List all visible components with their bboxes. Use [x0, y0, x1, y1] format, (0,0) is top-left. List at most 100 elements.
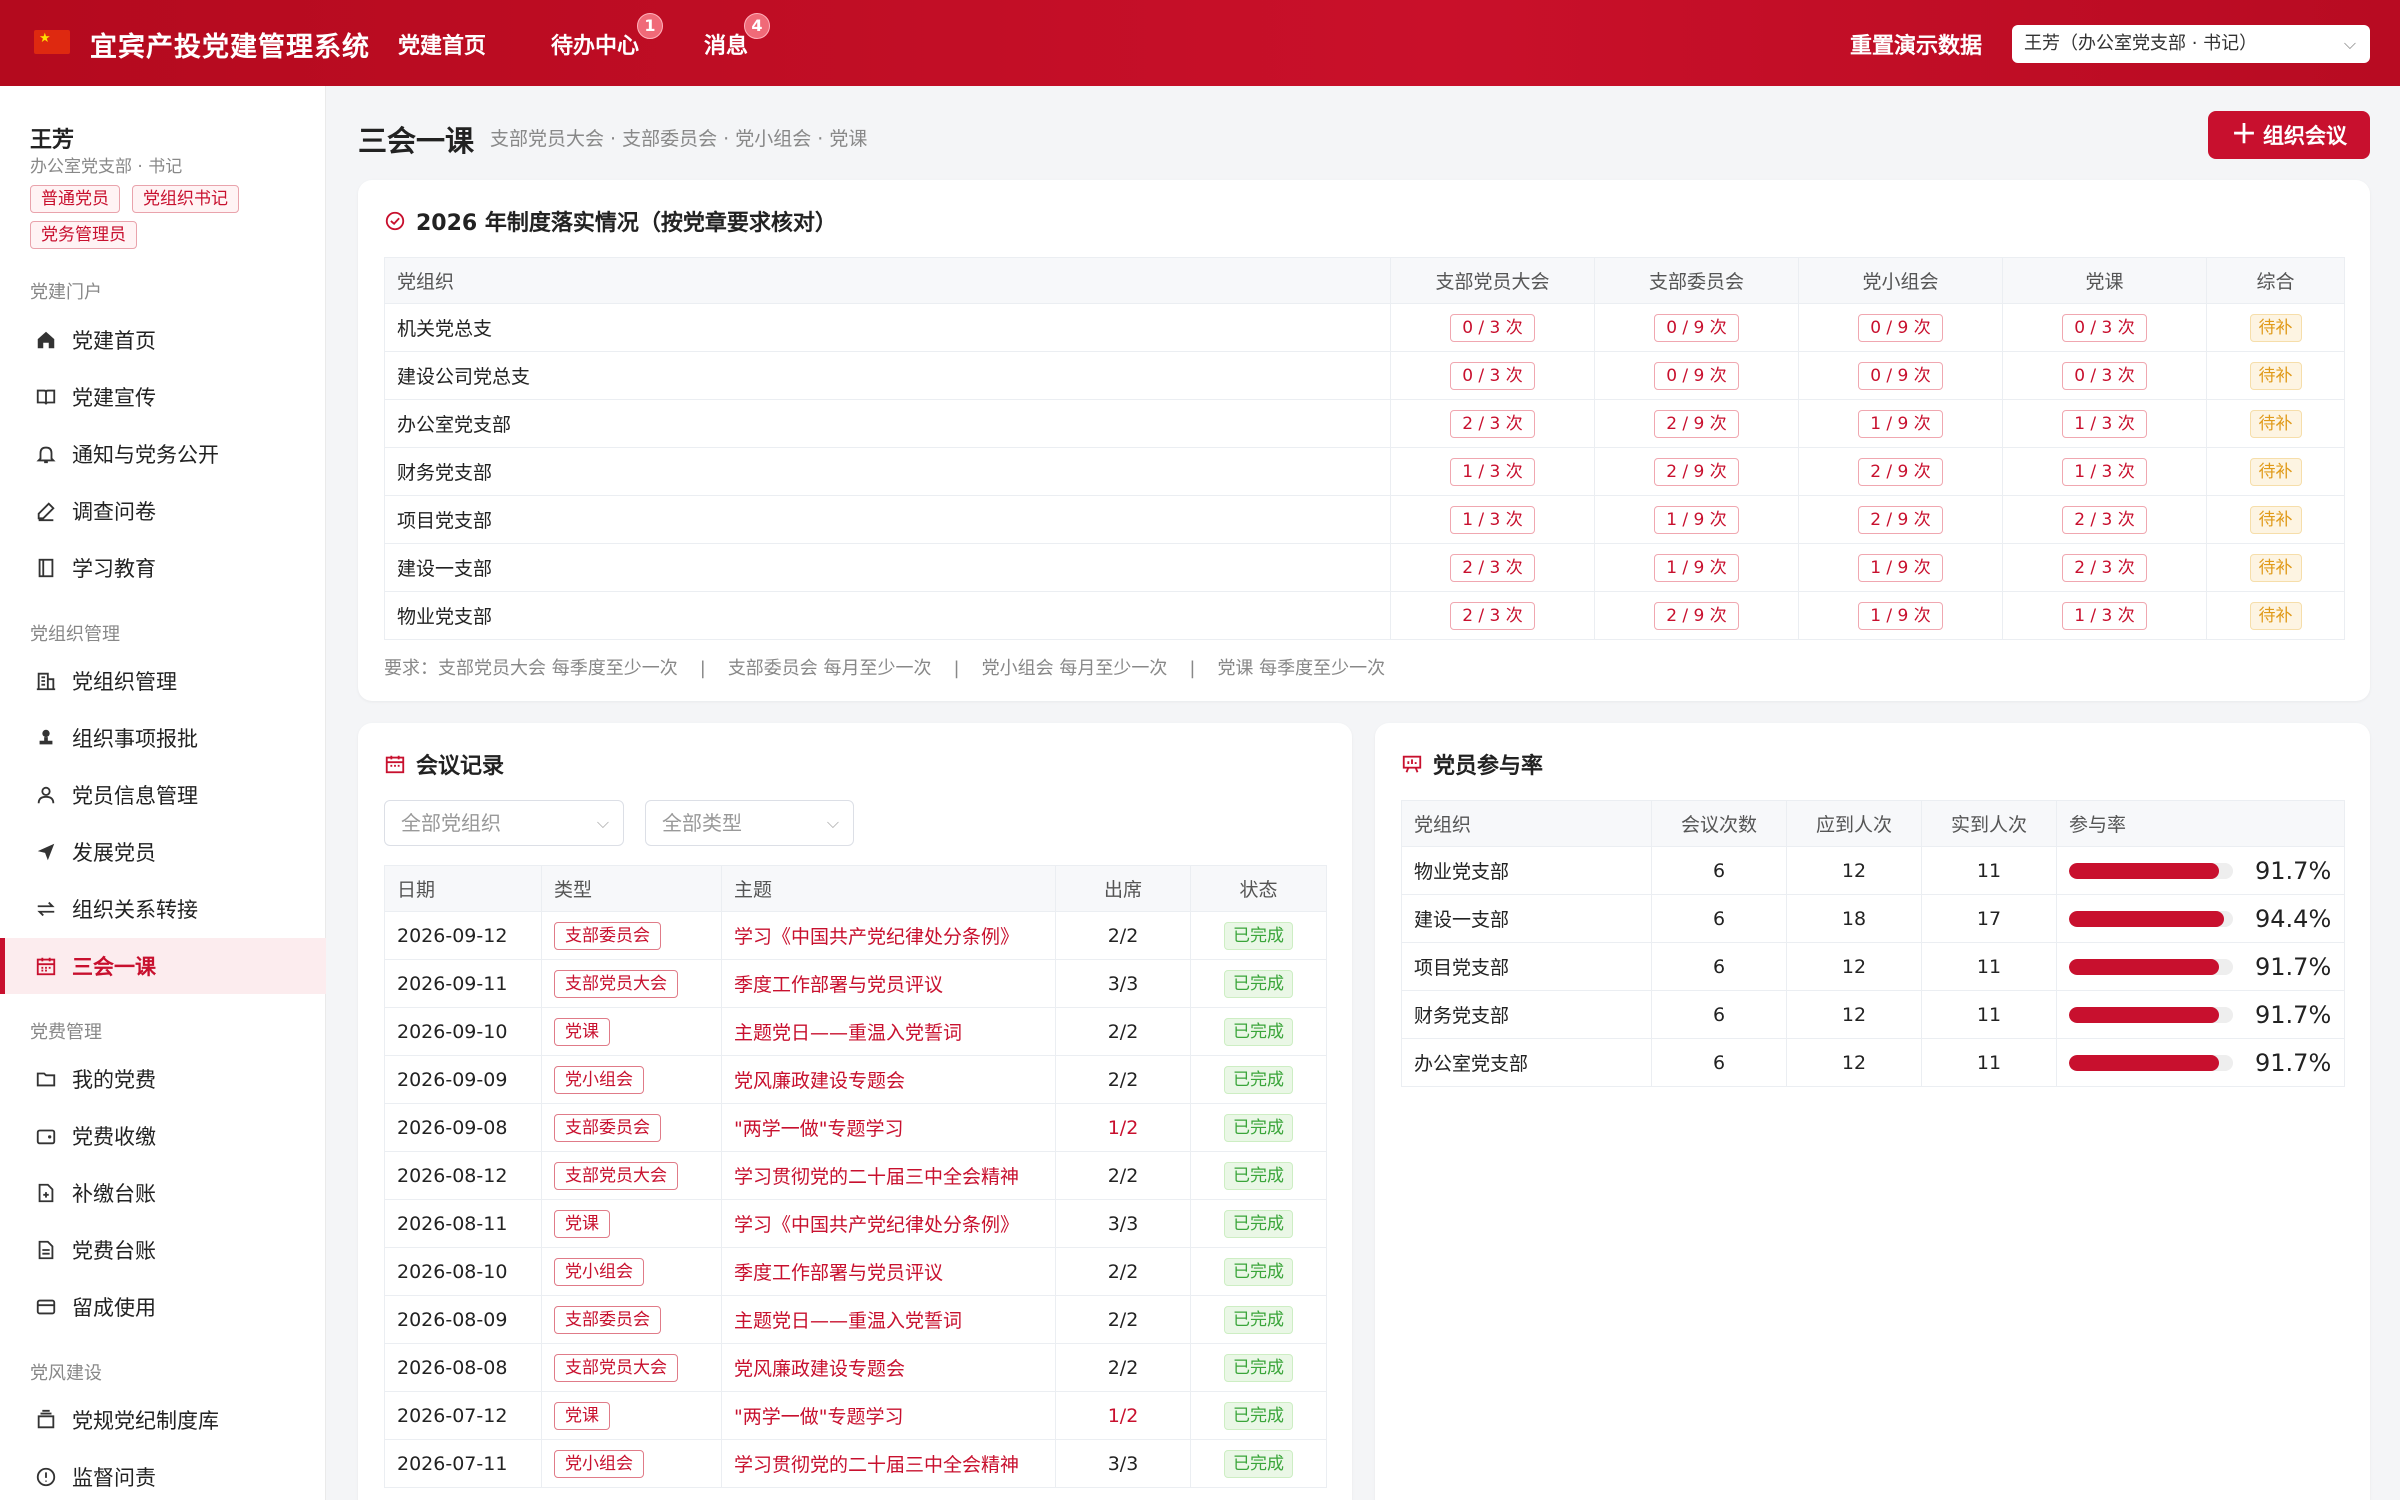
type-filter-select[interactable]: 全部类型 ⌵: [645, 800, 854, 846]
reset-demo-button[interactable]: 重置演示数据: [1850, 28, 1982, 60]
nav-todo[interactable]: 待办中心 1: [551, 13, 663, 60]
sidebar-item-notice[interactable]: 通知与党务公开: [0, 426, 326, 482]
meeting-topic-link[interactable]: 学习《中国共产党纪律处分条例》: [734, 926, 1019, 948]
org-filter-select[interactable]: 全部党组织 ⌵: [384, 800, 624, 846]
sidebar-item-develop[interactable]: 发展党员: [0, 824, 326, 880]
count-badge: 0 / 3 次: [2062, 313, 2147, 342]
user-icon: [34, 783, 58, 807]
count-cell: 1 / 9 次: [1594, 543, 1799, 592]
meeting-topic-link[interactable]: "两学一做"专题学习: [734, 1118, 903, 1140]
type-cell: 支部委员会: [541, 1103, 722, 1152]
count-cell: 2 / 3 次: [1390, 543, 1595, 592]
attendance: 3/3: [1055, 1439, 1191, 1488]
check-circle-icon: [384, 210, 406, 232]
sidebar-item-approval[interactable]: 组织事项报批: [0, 710, 326, 766]
meeting-count: 6: [1651, 894, 1787, 943]
count-cell: 2 / 9 次: [1798, 495, 2003, 544]
table-row[interactable]: 2026-07-11 党小组会 学习贯彻党的二十届三中全会精神 3/3 已完成: [384, 1439, 1327, 1488]
meeting-topic-link[interactable]: 党风廉政建设专题会: [734, 1358, 905, 1380]
meeting-topic-link[interactable]: 季度工作部署与党员评议: [734, 974, 943, 996]
sidebar-item-fee-collect[interactable]: 党费收缴: [0, 1108, 326, 1164]
organize-meeting-button[interactable]: ＋组织会议: [2208, 111, 2370, 159]
topic-cell[interactable]: 主题党日——重温入党誓词: [721, 1295, 1056, 1344]
meeting-date: 2026-09-08: [384, 1103, 542, 1152]
count-badge: 0 / 3 次: [2062, 361, 2147, 390]
topic-cell[interactable]: "两学一做"专题学习: [721, 1103, 1056, 1152]
meeting-date: 2026-07-11: [384, 1439, 542, 1488]
sidebar-item-member-info[interactable]: 党员信息管理: [0, 767, 326, 823]
user-org: 办公室党支部 · 书记: [30, 157, 183, 177]
meeting-topic-link[interactable]: 学习贯彻党的二十届三中全会精神: [734, 1166, 1019, 1188]
count-badge: 2 / 9 次: [1654, 457, 1739, 486]
sidebar-item-org-manage[interactable]: 党组织管理: [0, 653, 326, 709]
count-badge: 2 / 9 次: [1654, 601, 1739, 630]
count-cell: 0 / 9 次: [1594, 351, 1799, 400]
table-row[interactable]: 2026-08-12 支部党员大会 学习贯彻党的二十届三中全会精神 2/2 已完成: [384, 1151, 1327, 1200]
topic-cell[interactable]: 学习《中国共产党纪律处分条例》: [721, 911, 1056, 960]
table-row[interactable]: 2026-09-12 支部委员会 学习《中国共产党纪律处分条例》 2/2 已完成: [384, 911, 1327, 960]
status-cell: 已完成: [1190, 1247, 1327, 1296]
count-cell: 1 / 9 次: [1798, 591, 2003, 640]
table-row[interactable]: 2026-08-10 党小组会 季度工作部署与党员评议 2/2 已完成: [384, 1247, 1327, 1296]
topic-cell[interactable]: 党风廉政建设专题会: [721, 1055, 1056, 1104]
group-title: 党建门户: [30, 282, 102, 303]
sidebar-item-rules-library[interactable]: 党规党纪制度库: [0, 1392, 326, 1448]
table-row[interactable]: 2026-08-08 支部党员大会 党风廉政建设专题会 2/2 已完成: [384, 1343, 1327, 1392]
nav-home[interactable]: 党建首页: [398, 28, 486, 60]
status-cell: 待补: [2206, 447, 2345, 496]
expected-count: 12: [1786, 990, 1922, 1039]
topic-cell[interactable]: 学习贯彻党的二十届三中全会精神: [721, 1439, 1056, 1488]
meeting-topic-link[interactable]: 党风廉政建设专题会: [734, 1070, 905, 1092]
sidebar-item-transfer[interactable]: 组织关系转接: [0, 881, 326, 937]
table-row[interactable]: 2026-09-08 支部委员会 "两学一做"专题学习 1/2 已完成: [384, 1103, 1327, 1152]
topic-cell[interactable]: 学习贯彻党的二十届三中全会精神: [721, 1151, 1056, 1200]
table-row[interactable]: 2026-07-12 党课 "两学一做"专题学习 1/2 已完成: [384, 1391, 1327, 1440]
rate-cell: 91.7%: [2056, 1038, 2345, 1087]
status-cell: 待补: [2206, 351, 2345, 400]
meeting-count: 6: [1651, 990, 1787, 1039]
meeting-topic-link[interactable]: 主题党日——重温入党誓词: [734, 1022, 962, 1044]
messages-badge: 4: [744, 13, 770, 39]
topic-cell[interactable]: 主题党日——重温入党誓词: [721, 1007, 1056, 1056]
table-row[interactable]: 2026-08-09 支部委员会 主题党日——重温入党誓词 2/2 已完成: [384, 1295, 1327, 1344]
user-role-select[interactable]: 王芳（办公室党支部 · 书记） ⌵: [2012, 25, 2370, 63]
todo-badge: 1: [637, 13, 663, 39]
org-name: 项目党支部: [1401, 942, 1652, 991]
sidebar-item-study[interactable]: 学习教育: [0, 540, 326, 596]
sidebar-item-publicity[interactable]: 党建宣传: [0, 369, 326, 425]
topic-cell[interactable]: 季度工作部署与党员评议: [721, 1247, 1056, 1296]
user-name: 王芳: [30, 128, 75, 153]
sidebar-item-survey[interactable]: 调查问卷: [0, 483, 326, 539]
sidebar-item-retention[interactable]: 留成使用: [0, 1279, 326, 1335]
sidebar-item-fee-ledger[interactable]: 党费台账: [0, 1222, 326, 1278]
status-cell: 待补: [2206, 543, 2345, 592]
table-row[interactable]: 2026-09-09 党小组会 党风廉政建设专题会 2/2 已完成: [384, 1055, 1327, 1104]
meeting-topic-link[interactable]: 季度工作部署与党员评议: [734, 1262, 943, 1284]
rate-cell: 91.7%: [2056, 846, 2345, 895]
meeting-topic-link[interactable]: 学习贯彻党的二十届三中全会精神: [734, 1454, 1019, 1476]
sidebar-item-home[interactable]: 党建首页: [0, 312, 326, 368]
meeting-topic-link[interactable]: 主题党日——重温入党誓词: [734, 1310, 962, 1332]
table-row[interactable]: 2026-09-10 党课 主题党日——重温入党誓词 2/2 已完成: [384, 1007, 1327, 1056]
meeting-topic-link[interactable]: 学习《中国共产党纪律处分条例》: [734, 1214, 1019, 1236]
sidebar-item-my-fee[interactable]: 我的党费: [0, 1051, 326, 1107]
sidebar-item-meetings[interactable]: 三会一课: [0, 938, 326, 994]
status-cell: 已完成: [1190, 1295, 1327, 1344]
topic-cell[interactable]: 学习《中国共产党纪律处分条例》: [721, 1199, 1056, 1248]
nav-messages[interactable]: 消息 4: [704, 13, 770, 60]
file-plus-icon: [34, 1181, 58, 1205]
column-header: 应到人次: [1786, 800, 1922, 847]
sidebar-item-supervision[interactable]: 监督问责: [0, 1449, 326, 1500]
meetings-title: 会议记录: [384, 748, 504, 780]
meeting-topic-link[interactable]: "两学一做"专题学习: [734, 1406, 903, 1428]
status-cell: 待补: [2206, 495, 2345, 544]
role-tag: 党组织书记: [132, 185, 239, 213]
table-row[interactable]: 2026-08-11 党课 学习《中国共产党纪律处分条例》 3/3 已完成: [384, 1199, 1327, 1248]
status-cell: 已完成: [1190, 1007, 1327, 1056]
sidebar-item-backpay[interactable]: 补缴台账: [0, 1165, 326, 1221]
topic-cell[interactable]: 党风廉政建设专题会: [721, 1343, 1056, 1392]
table-row[interactable]: 2026-09-11 支部党员大会 季度工作部署与党员评议 3/3 已完成: [384, 959, 1327, 1008]
status-badge: 待补: [2249, 505, 2302, 534]
topic-cell[interactable]: 季度工作部署与党员评议: [721, 959, 1056, 1008]
topic-cell[interactable]: "两学一做"专题学习: [721, 1391, 1056, 1440]
